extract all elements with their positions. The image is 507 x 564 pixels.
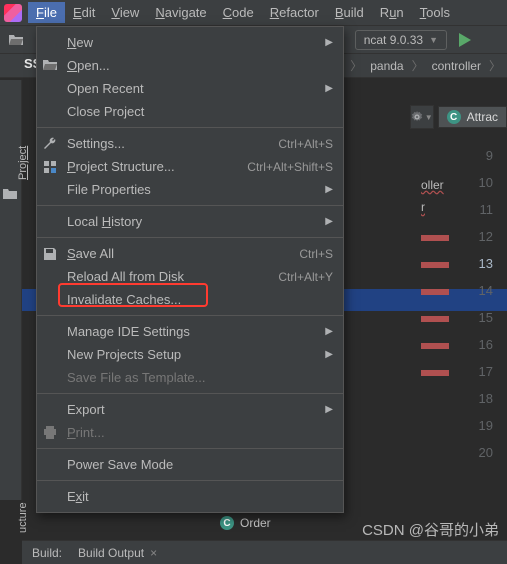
- run-button[interactable]: [453, 28, 477, 52]
- tab-settings-button[interactable]: ▼: [410, 105, 434, 129]
- menu-separator: [37, 393, 343, 394]
- code-hints: oller r: [421, 178, 449, 376]
- error-marker: [421, 289, 449, 295]
- menu-run[interactable]: Run: [372, 2, 412, 23]
- tab-label: Attrac: [467, 110, 498, 124]
- project-tool-label[interactable]: Project: [17, 146, 29, 180]
- menu-item-invalidate-caches[interactable]: Invalidate Caches...: [37, 288, 343, 311]
- menubar: File Edit View Navigate Code Refactor Bu…: [0, 0, 507, 26]
- menu-separator: [37, 205, 343, 206]
- menu-item-save-as-template: Save File as Template...: [37, 366, 343, 389]
- error-marker: [421, 343, 449, 349]
- editor-tab[interactable]: C Attrac: [438, 106, 507, 128]
- build-output-tab[interactable]: Build Output: [78, 546, 144, 560]
- menu-item-project-structure[interactable]: Project Structure...Ctrl+Alt+Shift+S: [37, 155, 343, 178]
- menu-tools[interactable]: Tools: [412, 2, 458, 23]
- print-icon: [41, 426, 59, 439]
- menu-item-open-recent[interactable]: Open Recent▶: [37, 77, 343, 100]
- error-marker: [421, 262, 449, 268]
- chevron-right-icon: ▶: [325, 216, 333, 227]
- menu-item-reload-from-disk[interactable]: Reload All from DiskCtrl+Alt+Y: [37, 265, 343, 288]
- menu-edit[interactable]: Edit: [65, 2, 103, 23]
- order-tag: C Order: [220, 516, 271, 530]
- chevron-right-icon: ▶: [325, 404, 333, 415]
- structure-icon: [41, 160, 59, 174]
- save-icon: [41, 247, 59, 261]
- chevron-right-icon: 〉: [489, 57, 501, 74]
- chevron-right-icon: 〉: [350, 57, 362, 74]
- menu-item-open[interactable]: Open...: [37, 54, 343, 77]
- menu-item-local-history[interactable]: Local History▶: [37, 210, 343, 233]
- menu-navigate[interactable]: Navigate: [147, 2, 214, 23]
- menu-item-settings[interactable]: Settings...Ctrl+Alt+S: [37, 132, 343, 155]
- class-icon: C: [447, 110, 461, 124]
- open-project-icon[interactable]: [4, 28, 28, 52]
- chevron-right-icon: ▶: [325, 326, 333, 337]
- error-marker: [421, 235, 449, 241]
- app-icon: [4, 4, 22, 22]
- menu-item-manage-ide-settings[interactable]: Manage IDE Settings▶: [37, 320, 343, 343]
- crumb-panda[interactable]: panda: [366, 59, 407, 73]
- close-icon[interactable]: ×: [150, 546, 157, 560]
- chevron-right-icon: ▶: [325, 37, 333, 48]
- build-tool-bar: Build: Build Output ×: [22, 540, 507, 564]
- menu-separator: [37, 315, 343, 316]
- menu-build[interactable]: Build: [327, 2, 372, 23]
- build-label[interactable]: Build:: [32, 546, 62, 560]
- menu-item-export[interactable]: Export▶: [37, 398, 343, 421]
- menu-item-exit[interactable]: Exit: [37, 485, 343, 508]
- menu-item-power-save[interactable]: Power Save Mode: [37, 453, 343, 476]
- menu-item-new-projects-setup[interactable]: New Projects Setup▶: [37, 343, 343, 366]
- structure-tool-label[interactable]: ucture: [17, 502, 29, 533]
- menu-item-file-properties[interactable]: File Properties▶: [37, 178, 343, 201]
- chevron-down-icon: ▼: [429, 35, 438, 45]
- error-marker: [421, 316, 449, 322]
- crumb-controller[interactable]: controller: [428, 59, 485, 73]
- menu-item-print: Print...: [37, 421, 343, 444]
- open-folder-icon: [41, 59, 59, 72]
- menu-item-close-project[interactable]: Close Project: [37, 100, 343, 123]
- wrench-icon: [41, 137, 59, 151]
- menu-item-save-all[interactable]: Save AllCtrl+S: [37, 242, 343, 265]
- watermark: CSDN @谷哥的小弟: [362, 519, 499, 540]
- left-tool-gutter: Project ucture: [0, 80, 22, 500]
- run-config-selector[interactable]: ncat 9.0.33 ▼: [355, 30, 447, 50]
- menu-view[interactable]: View: [103, 2, 147, 23]
- project-tool-icon[interactable]: [3, 188, 17, 200]
- class-icon: C: [220, 516, 234, 530]
- chevron-right-icon: ▶: [325, 184, 333, 195]
- chevron-right-icon: ▶: [325, 83, 333, 94]
- menu-separator: [37, 237, 343, 238]
- menu-item-new[interactable]: New▶: [37, 31, 343, 54]
- editor-tabs: ▼ C Attrac: [410, 104, 507, 130]
- menu-separator: [37, 448, 343, 449]
- file-menu-dropdown: New▶ Open... Open Recent▶ Close Project …: [36, 26, 344, 513]
- menu-code[interactable]: Code: [215, 2, 262, 23]
- menu-file[interactable]: File: [28, 2, 65, 23]
- gutter-line-numbers: 9101112 13141516 17181920: [479, 142, 493, 466]
- chevron-right-icon: 〉: [412, 57, 424, 74]
- run-config-label: ncat 9.0.33: [364, 33, 423, 47]
- menu-refactor[interactable]: Refactor: [262, 2, 327, 23]
- menu-separator: [37, 480, 343, 481]
- error-marker: [421, 370, 449, 376]
- menu-separator: [37, 127, 343, 128]
- chevron-right-icon: ▶: [325, 349, 333, 360]
